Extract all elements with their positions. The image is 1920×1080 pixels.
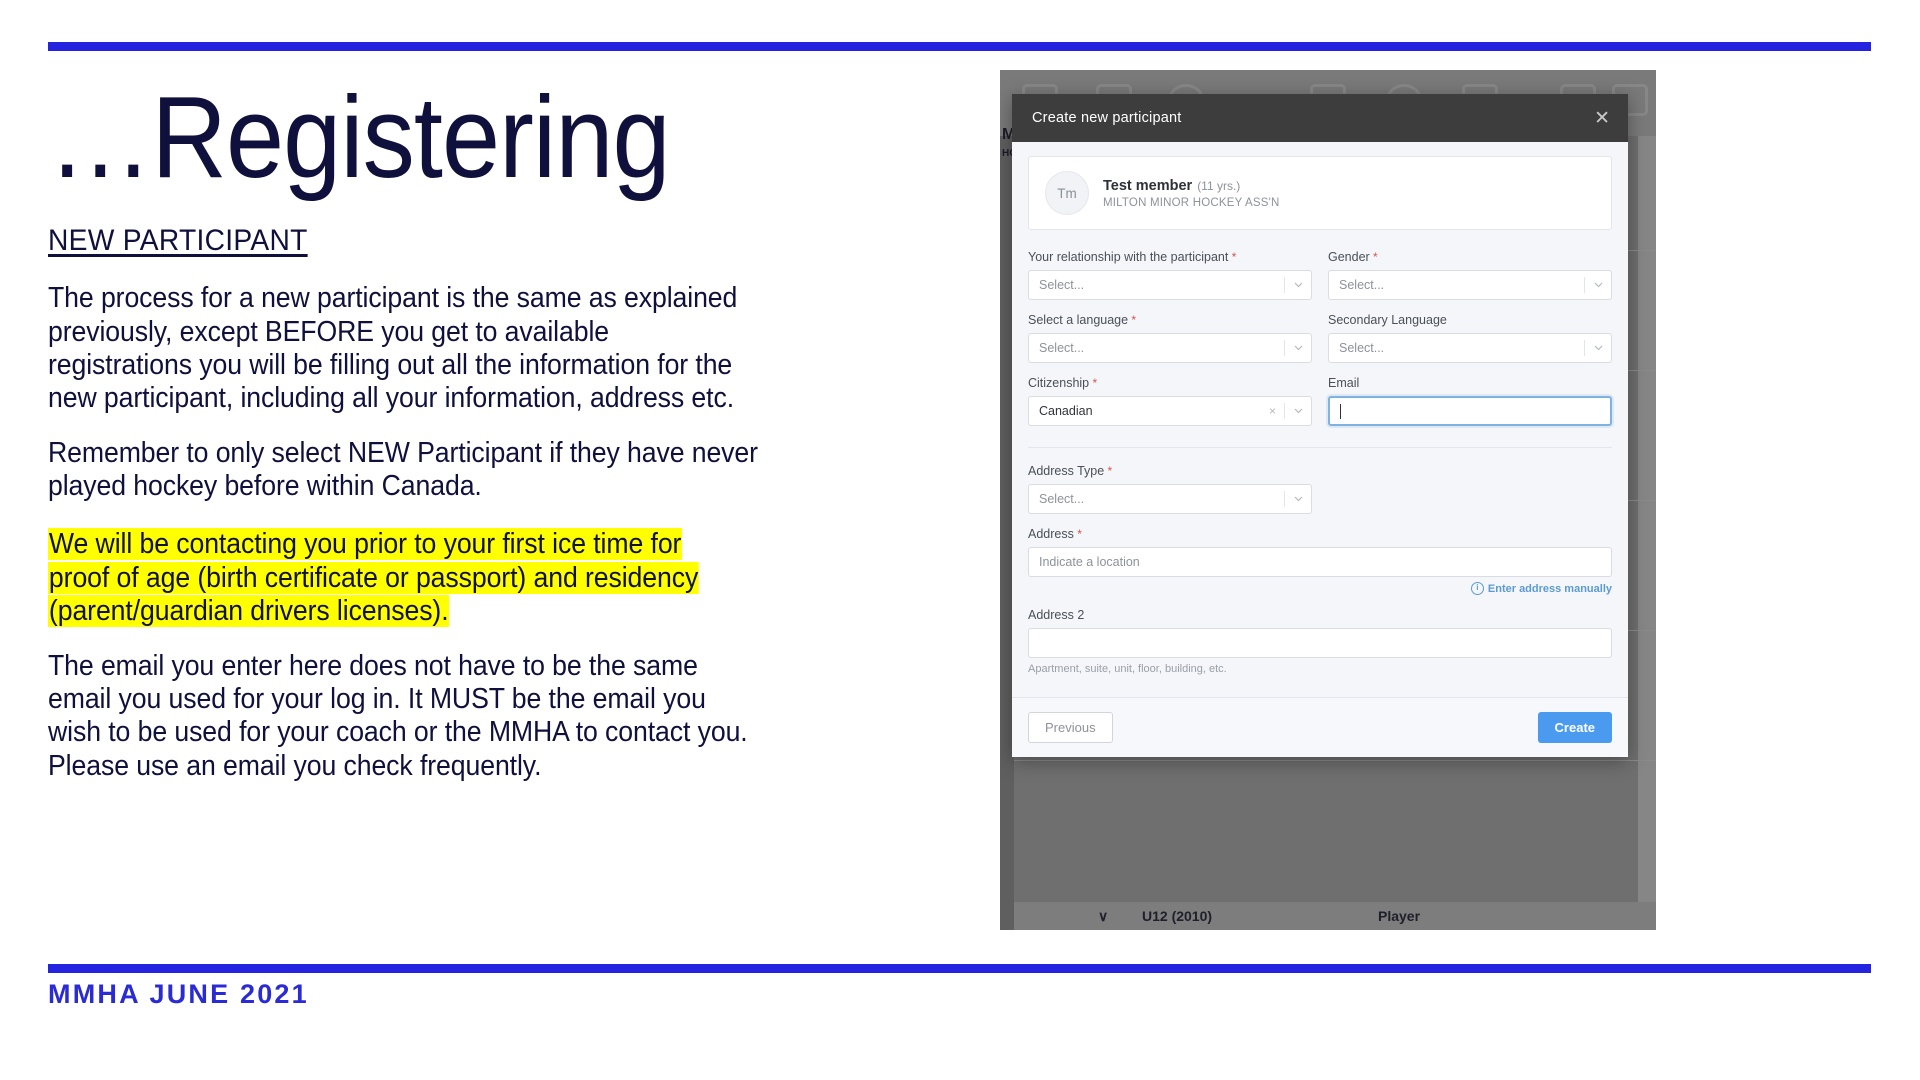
field-address2: Address 2 Apartment, suite, unit, floor,…	[1028, 608, 1612, 675]
backdrop-row-division: U12 (2010)	[1142, 908, 1213, 924]
chevron-down-icon	[1585, 282, 1611, 288]
bottom-accent-rule	[48, 964, 1871, 973]
form-divider	[1028, 447, 1612, 448]
language-value: Select...	[1039, 341, 1085, 355]
top-accent-rule	[48, 42, 1871, 51]
gender-value: Select...	[1339, 278, 1385, 292]
language-select[interactable]: Select...	[1028, 333, 1312, 363]
secondary-language-value: Select...	[1339, 341, 1385, 355]
label-secondary-language: Secondary Language	[1328, 313, 1447, 327]
chevron-down-icon	[1285, 496, 1311, 502]
member-age: (11 yrs.)	[1197, 178, 1241, 193]
label-email: Email	[1328, 376, 1360, 390]
enter-address-manually-link[interactable]: i Enter address manually	[1028, 582, 1612, 595]
required-asterisk: *	[1089, 376, 1098, 390]
create-participant-dialog: Create new participant ✕ Tm Test member(…	[1012, 94, 1628, 757]
label-language: Select a language *	[1028, 313, 1137, 327]
chevron-down-icon	[1285, 345, 1311, 351]
previous-button[interactable]: Previous	[1028, 712, 1113, 743]
email-input[interactable]	[1328, 396, 1612, 426]
relationship-select[interactable]: Select...	[1028, 270, 1312, 300]
paragraph-highlighted: We will be contacting you prior to your …	[48, 528, 745, 628]
create-button[interactable]: Create	[1537, 712, 1612, 743]
slide-content-column: …Registering NEW PARTICIPANT The process…	[48, 78, 938, 783]
clear-icon[interactable]: ×	[1261, 404, 1284, 418]
required-asterisk: *	[1128, 313, 1137, 327]
label-citizenship: Citizenship *	[1028, 376, 1098, 390]
required-asterisk: *	[1104, 464, 1113, 478]
gender-select[interactable]: Select...	[1328, 270, 1612, 300]
field-gender: Gender * Select...	[1328, 250, 1612, 300]
required-asterisk: *	[1369, 250, 1378, 264]
field-address-type: Address Type * Select...	[1028, 464, 1312, 514]
required-asterisk: *	[1228, 250, 1237, 264]
required-asterisk: *	[1073, 527, 1082, 541]
field-email: Email	[1328, 376, 1612, 426]
citizenship-select[interactable]: Canadian ×	[1028, 396, 1312, 426]
address2-input[interactable]	[1028, 628, 1612, 658]
slide-footer: MMHA JUNE 2021	[48, 979, 309, 1009]
backdrop-row-divider	[1014, 760, 1656, 761]
section-heading: NEW PARTICIPANT	[48, 224, 308, 258]
dialog-header: Create new participant ✕	[1012, 94, 1628, 142]
citizenship-value: Canadian	[1039, 404, 1093, 418]
embedded-app-screenshot: M HO ∨ U12 (2010) Player Create new part…	[1000, 70, 1656, 930]
address-type-value: Select...	[1039, 492, 1085, 506]
close-icon[interactable]: ✕	[1594, 109, 1610, 128]
label-relationship: Your relationship with the participant *	[1028, 250, 1237, 264]
label-gender: Gender *	[1328, 250, 1378, 264]
info-icon: i	[1470, 582, 1484, 595]
chevron-down-icon	[1285, 282, 1311, 288]
spacer-cell	[1328, 464, 1612, 527]
label-address-type: Address Type *	[1028, 464, 1113, 478]
chevron-down-icon	[1585, 345, 1611, 351]
paragraph-reminder: Remember to only select NEW Participant …	[48, 437, 758, 503]
member-details: Test member (11 yrs.) MILTON MINOR HOCKEY…	[1103, 178, 1280, 209]
member-summary-card: Tm Test member (11 yrs.) MILTON MINOR HOC…	[1028, 156, 1612, 230]
member-organization: MILTON MINOR HOCKEY ASS'N	[1103, 196, 1280, 209]
field-relationship: Your relationship with the participant *…	[1028, 250, 1312, 300]
backdrop-row-role: Player	[1378, 908, 1421, 924]
chevron-down-icon	[1285, 408, 1311, 414]
field-language: Select a language * Select...	[1028, 313, 1312, 363]
highlight-text: We will be contacting you prior to your …	[48, 528, 700, 627]
avatar: Tm	[1045, 171, 1089, 215]
backdrop-row-caret: ∨	[1098, 908, 1109, 924]
paragraph-process: The process for a new participant is the…	[48, 282, 738, 414]
participant-form: Your relationship with the participant *…	[1028, 250, 1612, 697]
secondary-language-select[interactable]: Select...	[1328, 333, 1612, 363]
label-address: Address *	[1028, 527, 1082, 541]
dialog-footer: Previous Create	[1012, 697, 1628, 757]
paragraph-email-note: The email you enter here does not have t…	[48, 650, 748, 782]
field-secondary-language: Secondary Language Select...	[1328, 313, 1612, 363]
field-address: Address * Indicate a location i Enter ad…	[1028, 527, 1612, 595]
backdrop-right-rail	[1638, 136, 1656, 930]
label-address2: Address 2	[1028, 608, 1085, 622]
page-title: …Registering	[48, 72, 671, 202]
address-type-select[interactable]: Select...	[1028, 484, 1312, 514]
backdrop-table-row[interactable]: ∨ U12 (2010) Player	[1014, 902, 1656, 930]
dialog-title: Create new participant	[1032, 110, 1182, 126]
dialog-body: Tm Test member (11 yrs.) MILTON MINOR HOC…	[1012, 142, 1628, 697]
relationship-value: Select...	[1039, 278, 1085, 292]
address-input[interactable]: Indicate a location	[1028, 547, 1612, 577]
address2-helper-text: Apartment, suite, unit, floor, building,…	[1028, 663, 1227, 675]
member-name: Test member (11 yrs.)	[1103, 177, 1241, 194]
text-cursor	[1340, 403, 1341, 419]
manual-link-label: Enter address manually	[1487, 582, 1612, 595]
field-citizenship: Citizenship * Canadian ×	[1028, 376, 1312, 426]
